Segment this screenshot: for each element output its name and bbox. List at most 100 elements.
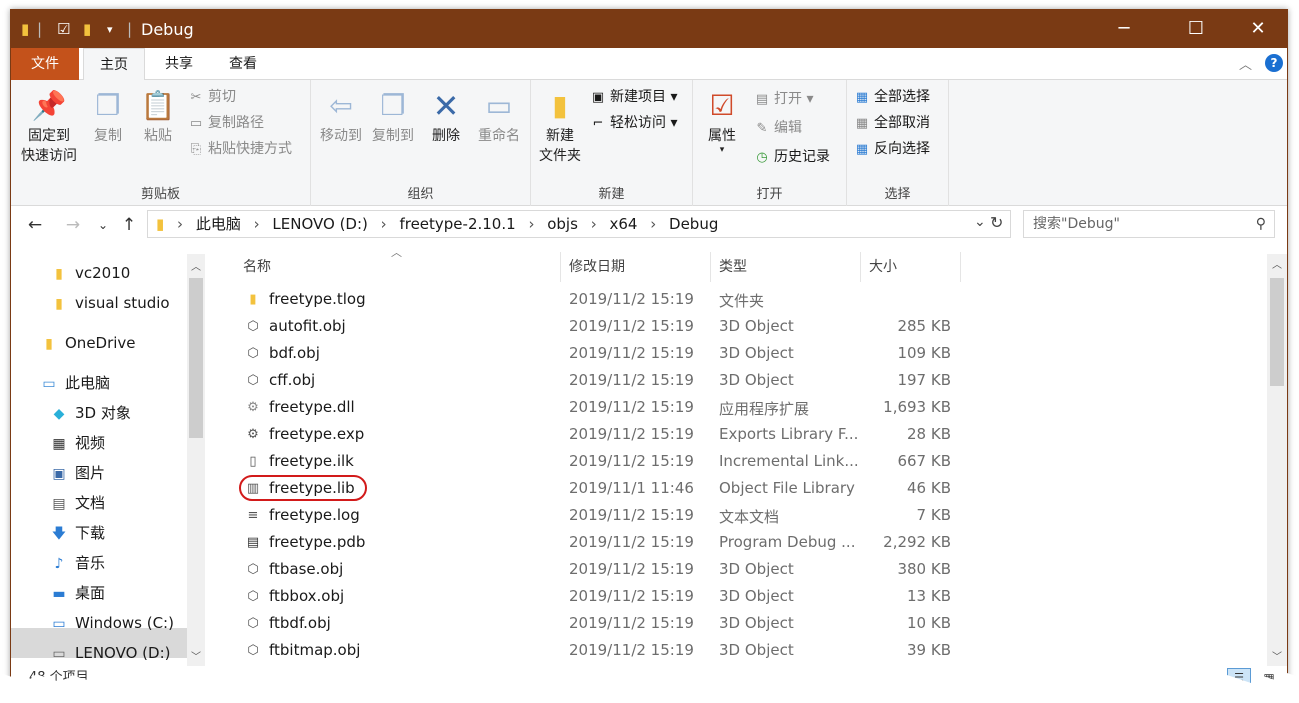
file-date: 2019/11/2 15:19 xyxy=(569,452,694,470)
nav-item-downloads[interactable]: 🡇 下载 xyxy=(49,518,105,548)
breadcrumb-separator: › xyxy=(528,215,535,233)
tab-share[interactable]: 共享 xyxy=(151,48,207,80)
copy-button[interactable]: ❐ 复制 xyxy=(83,88,133,146)
file-row[interactable]: ⬡ bdf.obj 2019/11/2 15:19 3D Object 109 KB xyxy=(231,340,961,367)
forward-arrow-icon[interactable]: → xyxy=(61,214,85,236)
chevron-down-icon: ▾ xyxy=(719,145,725,155)
nav-scrollbar[interactable]: ︿ ﹀ xyxy=(187,254,205,666)
breadcrumb-debug[interactable]: Debug xyxy=(669,215,718,233)
nav-item-onedrive[interactable]: ▮ OneDrive xyxy=(39,328,135,358)
breadcrumb-objs[interactable]: objs xyxy=(547,215,578,233)
file-list-scrollbar[interactable]: ︿ ﹀ xyxy=(1267,254,1287,666)
file-row[interactable]: ≡ freetype.log 2019/11/2 15:19 文本文档 7 KB xyxy=(231,502,961,529)
collapse-ribbon-icon[interactable]: ︿ xyxy=(1239,54,1252,73)
nav-item-documents[interactable]: ▤ 文档 xyxy=(49,488,105,518)
nav-scrollbar-thumb[interactable] xyxy=(189,278,203,438)
file-row[interactable]: ⬡ ftbdf.obj 2019/11/2 15:19 3D Object 10 KB xyxy=(231,610,961,637)
back-arrow-icon[interactable]: ← xyxy=(23,214,47,236)
minimize-button[interactable]: ─ xyxy=(1101,10,1147,48)
help-icon[interactable]: ? xyxy=(1265,54,1283,72)
file-list-scrollbar-thumb[interactable] xyxy=(1270,278,1284,386)
search-input[interactable]: 搜索"Debug" ⚲ xyxy=(1023,210,1275,238)
new-folder-button[interactable]: ▮ 新建 文件夹 xyxy=(535,88,585,166)
nav-item-lenovo-d[interactable]: ▭ LENOVO (D:) xyxy=(49,638,170,668)
breadcrumb-this-pc[interactable]: 此电脑 xyxy=(196,215,241,233)
nav-item-visual-studio[interactable]: ▮ visual studio xyxy=(49,288,169,318)
rename-icon: ▭ xyxy=(485,89,513,122)
nav-item-3d-objects[interactable]: ◆ 3D 对象 xyxy=(49,398,131,428)
easy-access-button[interactable]: ⌐ 轻松访问 ▾ xyxy=(589,112,678,134)
address-bar-row: ← → ⌄ ↑ ▮ › 此电脑 › LENOVO (D:) › freetype… xyxy=(11,206,1287,244)
maximize-button[interactable]: ☐ xyxy=(1173,10,1219,48)
column-header-name[interactable]: 名称 xyxy=(235,252,561,282)
move-to-button[interactable]: ⇦ 移动到 xyxy=(315,88,367,146)
copy-path-button[interactable]: ▭ 复制路径 xyxy=(187,112,264,134)
open-group-label: 打开 xyxy=(756,187,783,202)
paste-shortcut-button[interactable]: ⎘ 粘贴快捷方式 xyxy=(187,138,292,160)
new-folder-quick-icon[interactable]: ▮ xyxy=(83,20,91,38)
scroll-down-icon[interactable]: ﹀ xyxy=(191,648,201,663)
history-label: 历史记录 xyxy=(774,149,830,165)
nav-item-this-pc[interactable]: ▭ 此电脑 xyxy=(39,368,110,398)
pin-quick-access-button[interactable]: 📌 固定到 快速访问 xyxy=(17,88,81,166)
properties-button[interactable]: ☑ 属性 ▾ xyxy=(699,88,745,155)
copy-to-button[interactable]: ❐ 复制到 xyxy=(367,88,419,146)
file-row[interactable]: ⬡ cff.obj 2019/11/2 15:19 3D Object 197 KB xyxy=(231,367,961,394)
file-row[interactable]: ⬡ ftbbox.obj 2019/11/2 15:19 3D Object 13 KB xyxy=(231,583,961,610)
column-header-type[interactable]: 类型 xyxy=(711,252,861,282)
edit-button[interactable]: ✎ 编辑 xyxy=(753,117,802,139)
file-row[interactable]: ⬡ autofit.obj 2019/11/2 15:19 3D Object 285 … xyxy=(231,313,961,340)
tab-view[interactable]: 查看 xyxy=(211,48,275,80)
delete-label: 删除 xyxy=(432,128,460,144)
column-header-date[interactable]: 修改日期 xyxy=(561,252,711,282)
up-arrow-icon[interactable]: ↑ xyxy=(117,214,141,236)
customize-quick-access-icon[interactable]: ▾ xyxy=(107,23,113,36)
properties-quick-icon[interactable]: ☑ xyxy=(57,20,70,38)
scroll-down-icon[interactable]: ﹀ xyxy=(1272,648,1282,663)
history-button[interactable]: ◷ 历史记录 xyxy=(753,146,830,168)
recent-locations-chevron-icon[interactable]: ⌄ xyxy=(91,214,115,236)
cut-button[interactable]: ✂ 剪切 xyxy=(187,86,236,108)
scroll-up-icon[interactable]: ︿ xyxy=(191,258,201,273)
file-date: 2019/11/2 15:19 xyxy=(569,317,694,335)
rename-button[interactable]: ▭ 重命名 xyxy=(473,88,525,146)
breadcrumb-lenovo-d[interactable]: LENOVO (D:) xyxy=(272,215,367,233)
3d-object-file-icon: ⬡ xyxy=(247,319,259,334)
breadcrumb-x64[interactable]: x64 xyxy=(609,215,637,233)
refresh-icon[interactable]: ↻ xyxy=(990,213,1003,232)
nav-item-vc2010[interactable]: ▮ vc2010 xyxy=(49,258,130,288)
delete-button[interactable]: ✕ 删除 xyxy=(423,88,469,146)
close-button[interactable]: ✕ xyxy=(1235,10,1281,48)
file-row[interactable]: ▤ freetype.pdb 2019/11/2 15:19 Program Debu… xyxy=(231,529,961,556)
select-none-button[interactable]: ▦ 全部取消 xyxy=(853,112,930,134)
easy-access-label: 轻松访问 xyxy=(610,115,666,131)
invert-selection-button[interactable]: ▦ 反向选择 xyxy=(853,138,930,160)
open-button[interactable]: ▤ 打开 ▾ xyxy=(753,88,814,110)
file-date: 2019/11/2 15:19 xyxy=(569,290,694,308)
column-header-size[interactable]: 大小 xyxy=(861,252,961,282)
tab-file[interactable]: 文件 xyxy=(11,48,79,80)
file-row[interactable]: ▮ freetype.tlog 2019/11/2 15:19 文件夹 xyxy=(231,286,961,313)
file-row[interactable]: ⬡ ftbitmap.obj 2019/11/2 15:19 3D Object 39 … xyxy=(231,637,961,664)
nav-item-pictures[interactable]: ▣ 图片 xyxy=(49,458,105,488)
file-row[interactable]: ▯ freetype.ilk 2019/11/2 15:19 Incremental … xyxy=(231,448,961,475)
file-type: Exports Library F... xyxy=(719,425,859,443)
tab-home[interactable]: 主页 xyxy=(83,48,145,81)
file-row[interactable]: ⚙ freetype.exp 2019/11/2 15:19 Exports Libr… xyxy=(231,421,961,448)
download-icon: 🡇 xyxy=(51,526,67,542)
nav-item-desktop[interactable]: ▬ 桌面 xyxy=(49,578,105,608)
address-history-chevron-icon[interactable]: ⌄ xyxy=(974,214,986,230)
nav-item-videos[interactable]: ▦ 视频 xyxy=(49,428,105,458)
nav-item-music[interactable]: ♪ 音乐 xyxy=(49,548,105,578)
select-group: ▦ 全部选择 ▦ 全部取消 ▦ 反向选择 选择 xyxy=(847,80,949,206)
select-all-button[interactable]: ▦ 全部选择 xyxy=(853,86,930,108)
address-bar[interactable]: ▮ › 此电脑 › LENOVO (D:) › freetype-2.10.1 … xyxy=(147,210,1011,238)
scroll-up-icon[interactable]: ︿ xyxy=(1272,256,1282,271)
nav-item-windows-c[interactable]: ▭ Windows (C:) xyxy=(49,608,174,638)
file-row[interactable]: ⚙ freetype.dll 2019/11/2 15:19 应用程序扩展 1,693 … xyxy=(231,394,961,421)
breadcrumb-freetype[interactable]: freetype-2.10.1 xyxy=(399,215,515,233)
onedrive-icon: ▮ xyxy=(45,336,53,352)
file-row[interactable]: ⬡ ftbase.obj 2019/11/2 15:19 3D Object 380 K… xyxy=(231,556,961,583)
paste-button[interactable]: 📋 粘贴 xyxy=(133,88,183,146)
new-item-button[interactable]: ▣ 新建项目 ▾ xyxy=(589,86,678,108)
